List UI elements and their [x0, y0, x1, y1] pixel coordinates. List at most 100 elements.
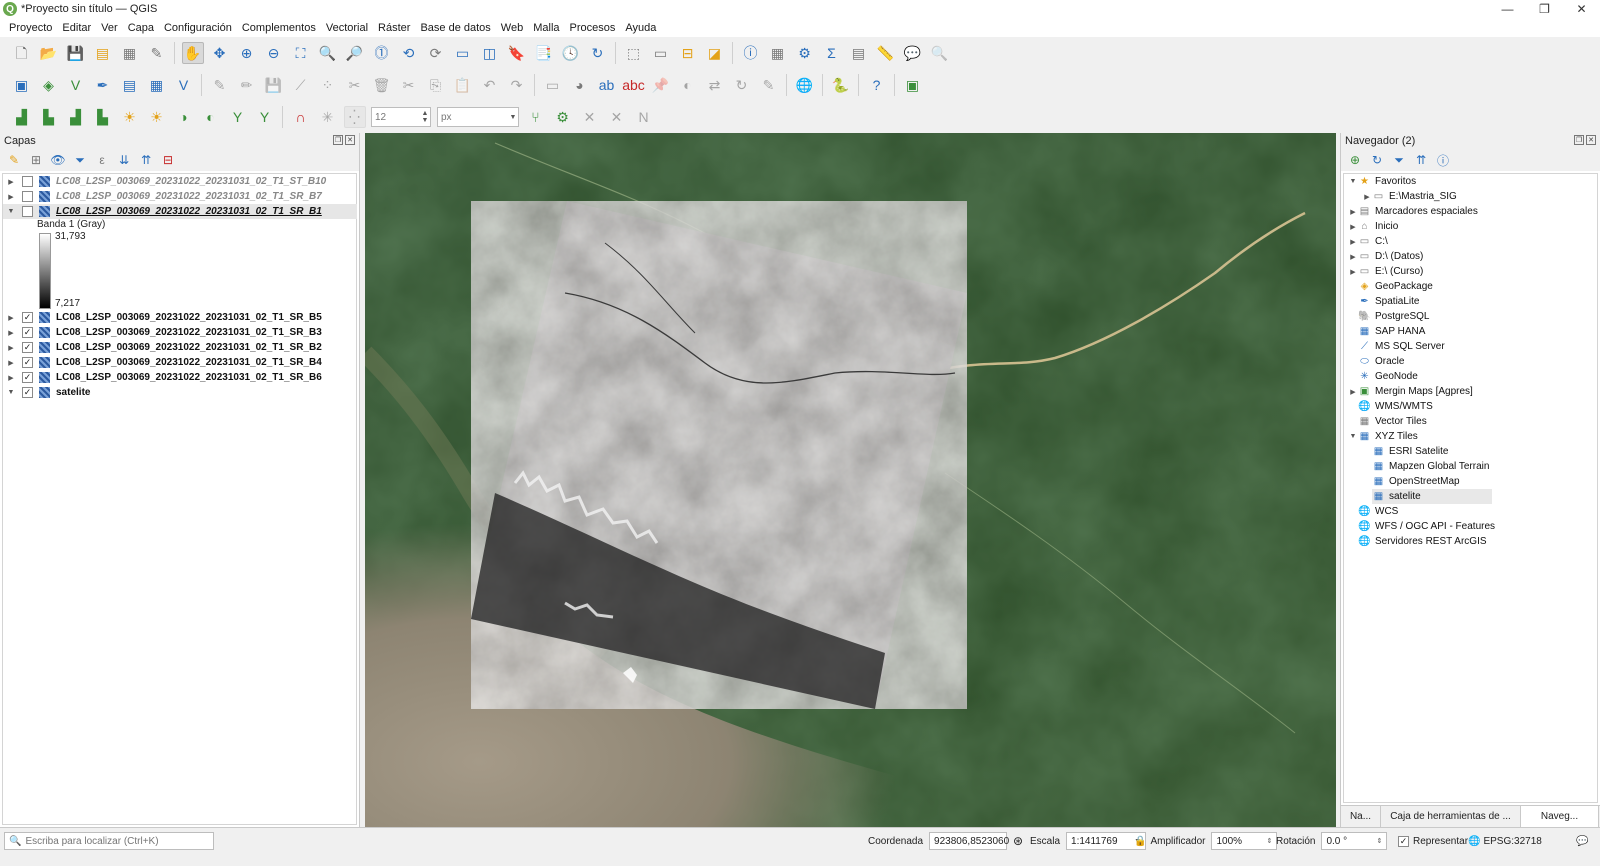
messages-group[interactable]: 💬	[1576, 832, 1588, 850]
browser-item-xyz-tiles[interactable]: ▼ ▦ XYZ Tiles	[1348, 429, 1418, 444]
layer-visibility-checkbox[interactable]	[22, 206, 33, 217]
show-bookmarks-icon[interactable]: 📑	[533, 42, 555, 64]
new-project-icon[interactable]: 🗋	[11, 42, 33, 64]
move-label-icon[interactable]: ⇄	[704, 74, 726, 96]
expand-arrow-icon[interactable]: ▶	[1348, 253, 1358, 261]
float-panel-icon[interactable]: ❐	[1574, 135, 1584, 145]
python-console-icon[interactable]: 🐍	[830, 74, 852, 96]
layer-item-selected[interactable]: ▼ LC08_L2SP_003069_20231022_20231031_02_…	[3, 204, 357, 219]
layer-visibility-checkbox[interactable]: ✓	[22, 327, 33, 338]
browser-item-drive-e[interactable]: ▶ ▭ E:\ (Curso)	[1348, 264, 1423, 279]
open-attribute-table-icon[interactable]: ▦	[767, 42, 789, 64]
zoom-next-icon[interactable]: ⟳	[425, 42, 447, 64]
snapping-unit-value[interactable]	[438, 108, 508, 126]
new-3d-map-icon[interactable]: ◫	[479, 42, 501, 64]
close-panel-icon[interactable]: ✕	[345, 135, 355, 145]
layer-visibility-checkbox[interactable]: ✓	[22, 372, 33, 383]
filter-legend-icon[interactable]: ⏷	[72, 153, 88, 168]
layer-item[interactable]: ▶ ✓ LC08_L2SP_003069_20231022_20231031_0…	[3, 355, 322, 370]
menu-malla[interactable]: Malla	[528, 22, 564, 34]
pin-labels-icon[interactable]: 📌	[650, 74, 672, 96]
refresh-icon[interactable]: ↻	[1369, 153, 1385, 167]
layer-diagram-icon[interactable]: ◕	[569, 74, 591, 96]
restore-button[interactable]: ❐	[1526, 0, 1563, 18]
increase-brightness-icon[interactable]: ☀	[119, 106, 141, 128]
self-snapping-icon[interactable]: ✕	[606, 106, 628, 128]
rotate-label-icon[interactable]: ↻	[731, 74, 753, 96]
layer-item[interactable]: ▶ ✓ LC08_L2SP_003069_20231022_20231031_0…	[3, 325, 322, 340]
layer-visibility-checkbox[interactable]: ✓	[22, 312, 33, 323]
current-edits-icon[interactable]: ✎	[209, 74, 231, 96]
browser-item-geonode[interactable]: ✳ GeoNode	[1358, 369, 1418, 384]
crs-group[interactable]: 🌐 EPSG:32718	[1468, 832, 1542, 850]
toggle-extents-icon[interactable]: ⊛	[1013, 834, 1023, 848]
add-feature-icon[interactable]: ⟋	[290, 74, 312, 96]
layer-item[interactable]: ▶ ✓ LC08_L2SP_003069_20231022_20231031_0…	[3, 340, 322, 355]
minimize-button[interactable]: —	[1489, 0, 1526, 18]
snapping-tolerance-stepper[interactable]: ▲▼	[371, 107, 431, 127]
pan-map-icon[interactable]: ✋	[181, 42, 204, 64]
expand-arrow-icon[interactable]: ▶	[1348, 388, 1358, 396]
style-manager-icon[interactable]: ✎	[146, 42, 168, 64]
expand-arrow-icon[interactable]: ▶	[6, 374, 16, 382]
browser-item-vector-tiles[interactable]: ▦ Vector Tiles	[1358, 414, 1427, 429]
layer-item[interactable]: ▶ LC08_L2SP_003069_20231022_20231031_02_…	[3, 189, 322, 204]
snapping-magnet-icon[interactable]: ∩	[290, 106, 312, 128]
zoom-native-icon[interactable]: ⓵	[371, 42, 393, 64]
layout-manager-icon[interactable]: ▦	[119, 42, 141, 64]
menu-vectorial[interactable]: Vectorial	[321, 22, 373, 34]
layer-labeling-icon[interactable]: ▭	[542, 74, 564, 96]
new-bookmark-icon[interactable]: 🔖	[506, 42, 528, 64]
browser-item-spatialite[interactable]: ✒ SpatiaLite	[1358, 294, 1419, 309]
layer-visibility-checkbox[interactable]	[22, 176, 33, 187]
label-abc-icon[interactable]: abc	[622, 74, 645, 96]
filter-by-expression-icon[interactable]: ε	[94, 153, 110, 167]
crs-value[interactable]: EPSG:32718	[1483, 836, 1541, 847]
zoom-last-icon[interactable]: ⟲	[398, 42, 420, 64]
new-print-layout-icon[interactable]: ▤	[92, 42, 114, 64]
locator-search[interactable]: 🔍	[4, 832, 214, 850]
browser-item-favoritos[interactable]: ▼ ★ Favoritos	[1348, 174, 1417, 189]
expand-arrow-icon[interactable]: ▶	[6, 329, 16, 337]
magnifier-stepper[interactable]: 100% ⇕	[1211, 832, 1278, 850]
zoom-out-icon[interactable]: ⊖	[263, 42, 285, 64]
float-panel-icon[interactable]: ❐	[333, 135, 343, 145]
messages-icon[interactable]: 💬	[1576, 836, 1588, 847]
layer-visibility-checkbox[interactable]: ✓	[22, 342, 33, 353]
copy-features-icon[interactable]: ⎘	[425, 74, 447, 96]
browser-item-marcadores[interactable]: ▶ ▤ Marcadores espaciales	[1348, 204, 1478, 219]
histogram-stretch-icon[interactable]: ▙	[38, 106, 60, 128]
decrease-contrast-icon[interactable]: ◐	[200, 106, 222, 128]
change-label-icon[interactable]: ✎	[758, 74, 780, 96]
zoom-full-icon[interactable]: ⛶	[290, 42, 312, 64]
modify-attributes-icon[interactable]: ✂	[344, 74, 366, 96]
expand-arrow-icon[interactable]: ▶	[6, 359, 16, 367]
save-project-icon[interactable]: 💾	[65, 42, 87, 64]
close-panel-icon[interactable]: ✕	[1586, 135, 1596, 145]
menu-complementos[interactable]: Complementos	[237, 22, 321, 34]
zoom-in-icon[interactable]: ⊕	[236, 42, 258, 64]
expand-all-icon[interactable]: ⇊	[116, 153, 132, 167]
expand-arrow-icon[interactable]: ▶	[1348, 268, 1358, 276]
snapping-tolerance-input[interactable]	[372, 108, 420, 126]
stepper-arrows-icon[interactable]: ⇕	[1377, 837, 1383, 845]
open-datasource-manager-icon[interactable]: ▣	[11, 74, 33, 96]
decrease-brightness-icon[interactable]: ☀	[146, 106, 168, 128]
pan-to-selection-icon[interactable]: ✥	[209, 42, 231, 64]
add-vector-layer-icon[interactable]: V	[173, 74, 195, 96]
browser-item-oracle[interactable]: ⬭ Oracle	[1358, 354, 1404, 369]
collapse-arrow-icon[interactable]: ▼	[6, 389, 16, 396]
save-edits-icon[interactable]: 💾	[263, 74, 285, 96]
intersection-snapping-icon[interactable]: ✕	[579, 106, 601, 128]
plugin-icon[interactable]: ▣	[902, 74, 924, 96]
menu-editar[interactable]: Editar	[57, 22, 96, 34]
select-features-icon[interactable]: ⬚	[623, 42, 645, 64]
increase-gamma-icon[interactable]: Y	[227, 106, 249, 128]
properties-icon[interactable]: ⓘ	[1435, 152, 1451, 169]
snapping-scale-icon[interactable]: N	[633, 106, 655, 128]
collapse-all-icon[interactable]: ⇈	[1413, 153, 1429, 167]
coordinate-field[interactable]: 923806,8523060	[929, 832, 1009, 850]
zoom-to-layer-icon[interactable]: 🔎	[344, 42, 366, 64]
expand-arrow-icon[interactable]: ▶	[1348, 223, 1358, 231]
browser-item-mapzen[interactable]: ▦ Mapzen Global Terrain	[1372, 459, 1490, 474]
